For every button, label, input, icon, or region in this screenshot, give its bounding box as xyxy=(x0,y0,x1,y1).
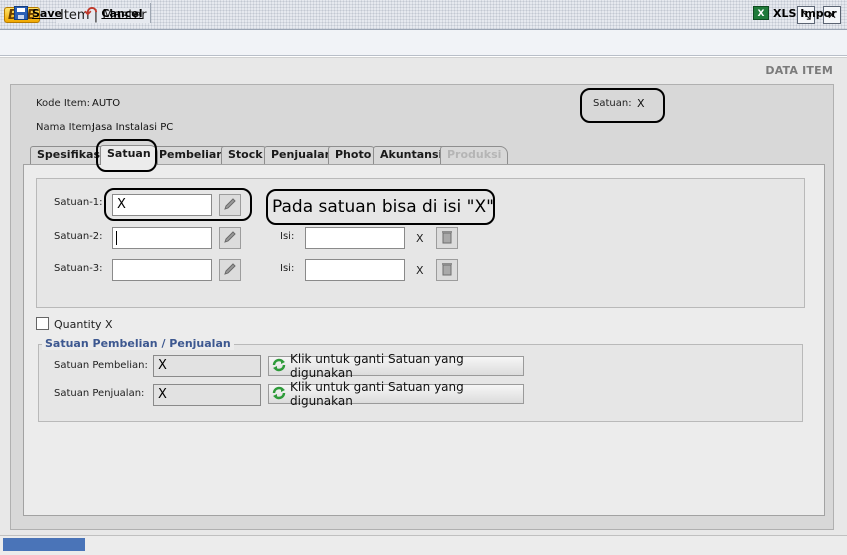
satuan-penjualan-field: X xyxy=(153,384,261,406)
pencil-icon xyxy=(223,262,237,279)
satuan-2-label: Satuan-2: xyxy=(54,231,103,242)
isi-3-input[interactable] xyxy=(305,259,405,281)
isi-3-label: Isi: xyxy=(280,263,295,274)
isi-2-label: Isi: xyxy=(280,231,295,242)
change-satuan-penjualan-button[interactable]: Klik untuk ganti Satuan yang digunakan xyxy=(268,380,524,408)
tab-pembelian[interactable]: Pembelian xyxy=(152,146,232,164)
cancel-button[interactable]: ↶ Cancel xyxy=(84,3,142,23)
xls-import-button[interactable]: X XLS Impor xyxy=(753,3,837,23)
nama-item-label: Nama Item: xyxy=(36,122,95,133)
annotation-circle-satuan-1 xyxy=(104,188,252,221)
save-icon xyxy=(14,6,28,20)
refresh-icon xyxy=(271,385,287,404)
change-satuan-pembelian-label: Klik untuk ganti Satuan yang digunakan xyxy=(290,352,464,380)
satuan-2-lookup-button[interactable] xyxy=(219,227,241,249)
annotation-circle-satuan-tab xyxy=(96,139,157,172)
status-bar xyxy=(0,535,847,555)
kode-item-label: Kode Item: xyxy=(36,98,90,109)
isi-3-unit: X xyxy=(416,264,424,277)
tab-produksi: Produksi xyxy=(440,146,509,164)
quantity-label: Quantity X xyxy=(54,318,113,331)
quantity-checkbox[interactable] xyxy=(36,317,49,330)
satuan-pembelian-field: X xyxy=(153,355,261,377)
satuan-pembelian-penjualan-title: Satuan Pembelian / Penjualan xyxy=(42,337,234,350)
isi-2-input[interactable] xyxy=(305,227,405,249)
progress-indicator xyxy=(3,538,85,551)
xls-import-label: XLS Impor xyxy=(773,6,837,20)
satuan-pembelian-label: Satuan Pembelian: xyxy=(54,360,148,371)
satuan-header-label: Satuan: xyxy=(593,98,632,109)
isi-2-unit: X xyxy=(416,232,424,245)
satuan-3-lookup-button[interactable] xyxy=(219,259,241,281)
pencil-icon xyxy=(223,230,237,247)
excel-icon: X xyxy=(753,6,769,20)
change-satuan-penjualan-label: Klik untuk ganti Satuan yang digunakan xyxy=(290,380,464,408)
tab-stock[interactable]: Stock xyxy=(221,146,270,164)
isi-3-clear-button[interactable] xyxy=(436,259,458,281)
isi-2-clear-button[interactable] xyxy=(436,227,458,249)
nama-item-value: Jasa Instalasi PC xyxy=(92,122,174,133)
cancel-label: Cancel xyxy=(101,6,143,20)
tab-akuntansi[interactable]: Akuntansi xyxy=(373,146,450,164)
satuan-header-value: X xyxy=(637,97,645,110)
trash-icon xyxy=(441,262,453,279)
save-button[interactable]: Save xyxy=(14,3,62,23)
annotation-callout-text: Pada satuan bisa di isi "X" xyxy=(272,197,494,217)
satuan-penjualan-label: Satuan Penjualan: xyxy=(54,388,145,399)
satuan-3-input[interactable] xyxy=(112,259,212,281)
trash-icon xyxy=(441,230,453,247)
undo-icon: ↶ xyxy=(84,3,98,22)
satuan-3-label: Satuan-3: xyxy=(54,263,103,274)
change-satuan-pembelian-button[interactable]: Klik untuk ganti Satuan yang digunakan xyxy=(268,352,524,380)
satuan-2-input[interactable] xyxy=(112,227,212,249)
section-title: DATA ITEM xyxy=(765,64,833,77)
toolbar xyxy=(0,30,847,56)
satuan-1-label: Satuan-1: xyxy=(54,197,103,208)
text-caret xyxy=(116,231,117,245)
toolbar-separator xyxy=(150,3,151,23)
refresh-icon xyxy=(271,357,287,376)
tab-photo[interactable]: Photo xyxy=(328,146,379,164)
save-label: Save xyxy=(32,6,62,20)
kode-item-value: AUTO xyxy=(92,98,121,109)
